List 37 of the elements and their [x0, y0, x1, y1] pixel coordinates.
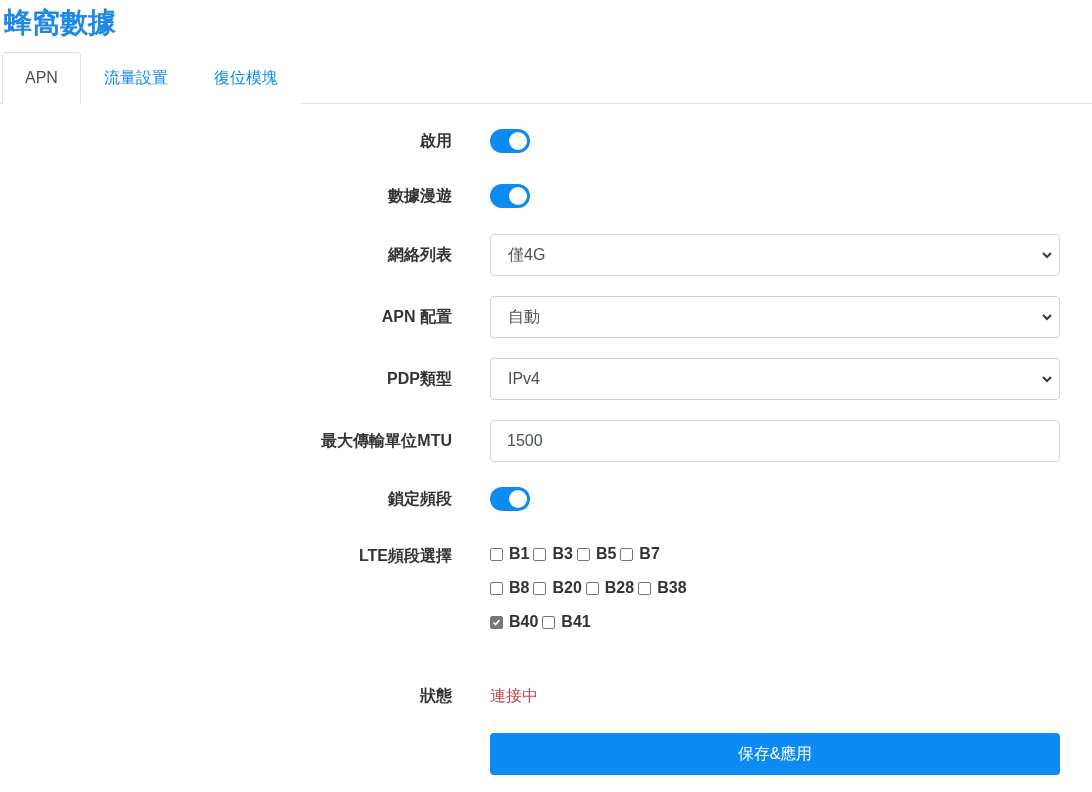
toggle-switch[interactable]: [490, 129, 530, 153]
chevron-down-icon: [1041, 311, 1053, 323]
tab[interactable]: APN: [2, 52, 81, 104]
field-label: 狀態: [420, 685, 452, 706]
field-label: 啟用: [420, 130, 452, 151]
select-value: IPv4: [508, 370, 540, 388]
status-text: 連接中: [490, 685, 539, 706]
field-label: PDP類型: [387, 368, 452, 389]
checkmark-icon: [492, 617, 501, 627]
field-label: 最大傳輸單位MTU: [321, 430, 452, 451]
toggle-switch[interactable]: [490, 487, 530, 511]
field-label: 網絡列表: [388, 244, 452, 265]
chevron-down-icon: [1041, 373, 1053, 385]
input-field[interactable]: 1500: [490, 420, 1060, 462]
band-checkbox[interactable]: B8: [490, 579, 530, 597]
band-checkbox[interactable]: B38: [638, 579, 687, 597]
chevron-down-icon: [1041, 249, 1053, 261]
select-value: 僅4G: [508, 244, 546, 265]
field-label: LTE頻段選擇: [358, 546, 452, 566]
field-label: 鎖定頻段: [388, 488, 452, 509]
band-checkbox[interactable]: B7: [620, 545, 660, 563]
band-checkbox[interactable]: B20: [533, 579, 582, 597]
band-checkbox[interactable]: B40: [490, 613, 539, 631]
toggle-switch[interactable]: [490, 184, 530, 208]
band-checkbox[interactable]: B1: [490, 545, 530, 563]
dropdown-select[interactable]: IPv4: [490, 358, 1060, 400]
field-label: APN 配置: [381, 306, 452, 327]
field-label: 數據漫遊: [388, 185, 452, 206]
dropdown-select[interactable]: 自動: [490, 296, 1060, 338]
band-checkbox[interactable]: B3: [533, 545, 573, 563]
page-title: 蜂窩數據: [3, 6, 117, 40]
dropdown-select[interactable]: 僅4G: [490, 234, 1060, 276]
band-checkbox[interactable]: B41: [542, 613, 591, 631]
select-value: 自動: [508, 306, 540, 327]
band-checkbox[interactable]: B28: [585, 579, 635, 597]
save-apply-button[interactable]: 保存&應用: [490, 733, 1060, 775]
band-checkbox[interactable]: B5: [576, 545, 617, 563]
